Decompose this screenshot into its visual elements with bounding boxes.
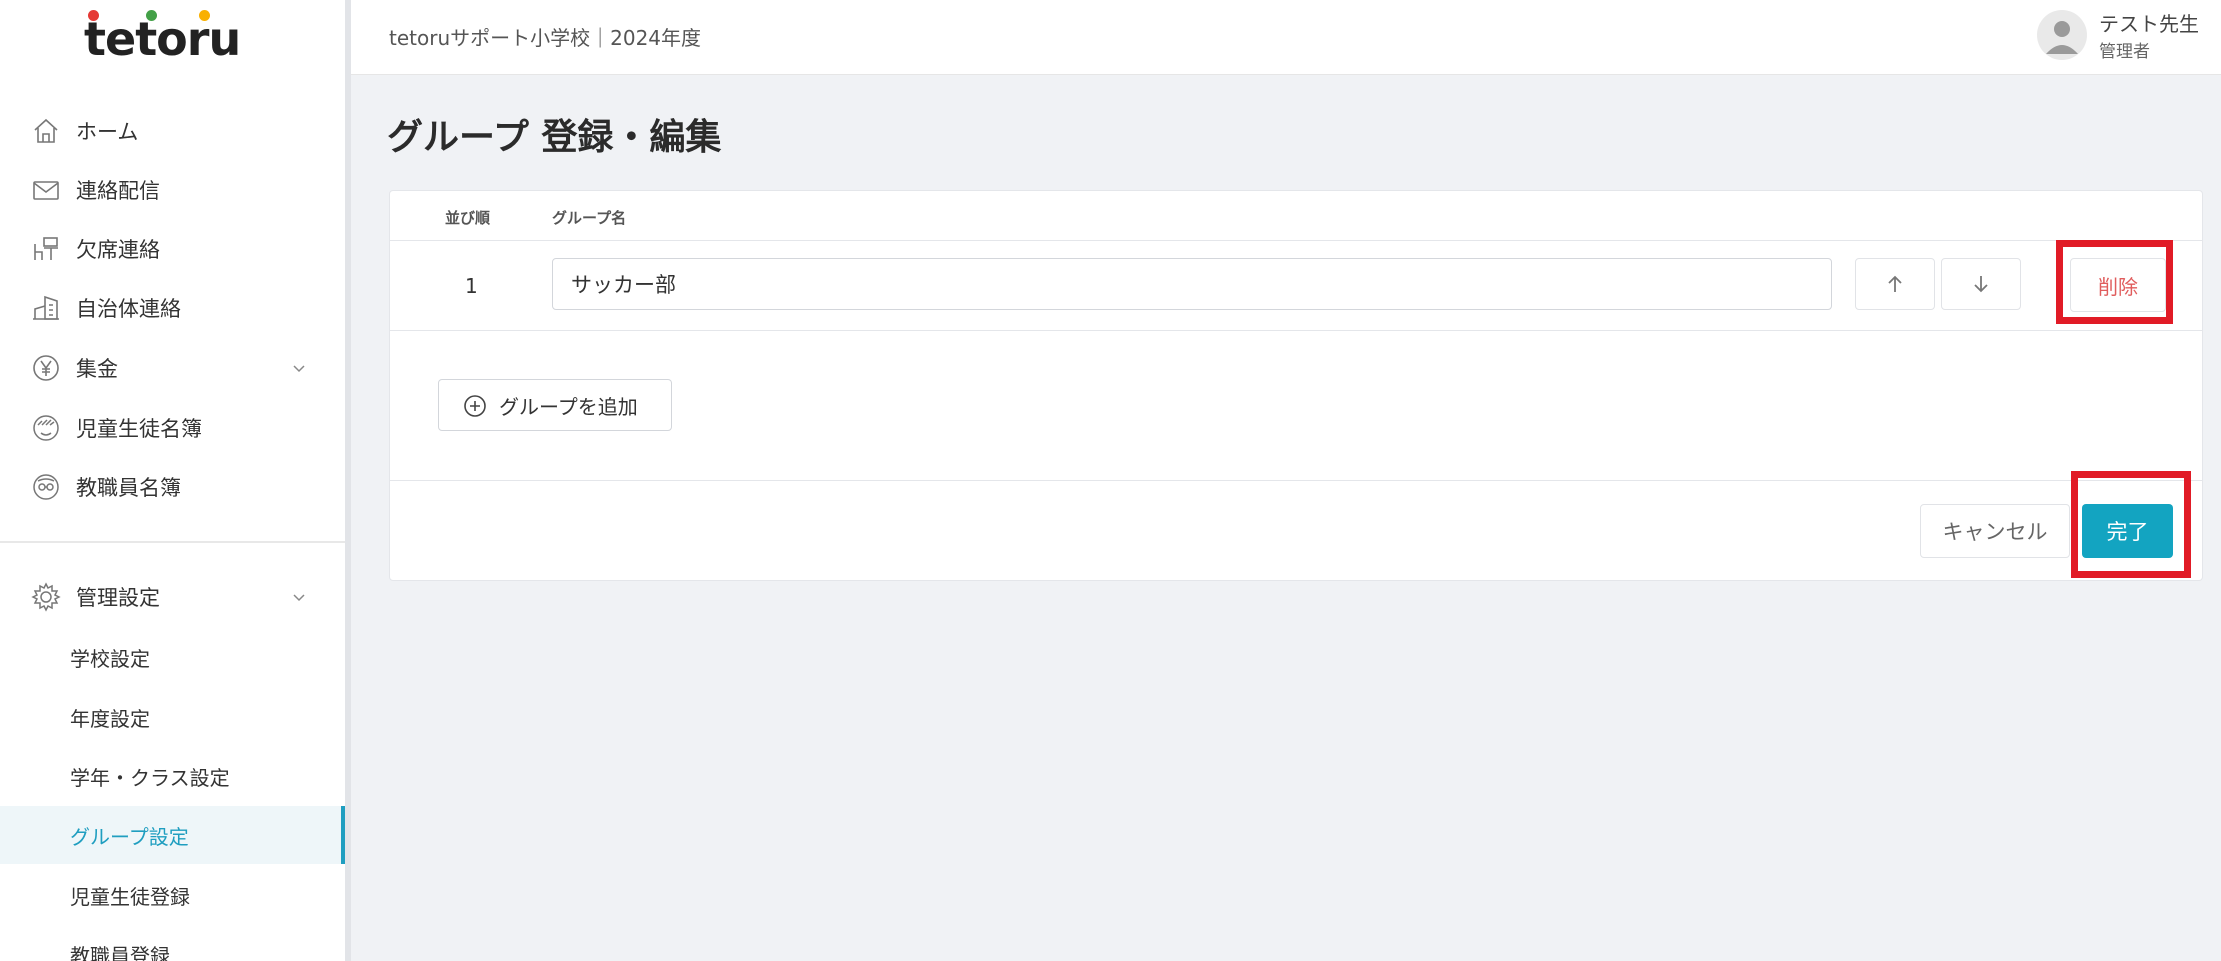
sidebar-subitem-staff-registration[interactable]: 教職員登録 bbox=[0, 925, 345, 961]
chevron-down-icon bbox=[293, 365, 305, 373]
user-name[interactable]: テスト先生 bbox=[2099, 8, 2199, 37]
teacher-icon bbox=[30, 471, 62, 503]
arrow-up-icon bbox=[1888, 275, 1902, 292]
sidebar-item-home[interactable]: ホーム bbox=[0, 102, 345, 160]
user-role: 管理者 bbox=[2099, 42, 2150, 62]
sidebar-subitem-group-settings[interactable]: グループ設定 bbox=[0, 806, 345, 864]
sidebar-item-staff-roster[interactable]: 教職員名簿 bbox=[0, 458, 345, 516]
chevron-down-icon bbox=[293, 594, 305, 602]
sidebar-item-municipality[interactable]: 自治体連絡 bbox=[0, 279, 345, 337]
sidebar-subitem-label: グループ設定 bbox=[70, 824, 189, 849]
sidebar-subitem-label: 学校設定 bbox=[70, 646, 150, 671]
cancel-button[interactable]: キャンセル bbox=[1920, 504, 2070, 558]
avatar[interactable] bbox=[2037, 10, 2087, 60]
sidebar-item-label: ホーム bbox=[76, 120, 139, 144]
school-year-title: tetoruサポート小学校｜2024年度 bbox=[389, 26, 702, 50]
add-group-button[interactable]: グループを追加 bbox=[438, 379, 672, 431]
table-header: 並び順 グループ名 bbox=[390, 191, 2202, 241]
student-icon bbox=[30, 412, 62, 444]
sidebar-border bbox=[345, 0, 351, 961]
sidebar-subitem-grade-class-settings[interactable]: 学年・クラス設定 bbox=[0, 747, 345, 805]
yen-icon bbox=[30, 352, 62, 384]
building-icon bbox=[30, 292, 62, 324]
add-group-label: グループを追加 bbox=[499, 394, 638, 419]
sidebar-item-student-roster[interactable]: 児童生徒名簿 bbox=[0, 399, 345, 457]
column-header-order: 並び順 bbox=[445, 209, 491, 227]
delete-button[interactable]: 削除 bbox=[2070, 258, 2166, 312]
move-up-button[interactable] bbox=[1855, 258, 1935, 310]
sidebar-item-messages[interactable]: 連絡配信 bbox=[0, 161, 345, 219]
sidebar-item-absence[interactable]: 欠席連絡 bbox=[0, 220, 345, 278]
sidebar-subitem-label: 教職員登録 bbox=[70, 943, 170, 961]
desk-chair-icon bbox=[30, 233, 62, 265]
user-icon bbox=[2046, 21, 2078, 54]
sidebar-item-label: 自治体連絡 bbox=[76, 297, 181, 321]
sidebar-subitem-label: 年度設定 bbox=[70, 706, 150, 731]
sidebar-item-payment[interactable]: 集金 bbox=[0, 339, 345, 397]
sidebar-item-label: 児童生徒名簿 bbox=[76, 417, 202, 441]
home-icon bbox=[30, 115, 62, 147]
gear-icon bbox=[30, 581, 62, 613]
sidebar: tetoru ホーム 連絡配信 欠席連絡 自治体連絡 集金 児童生徒名簿 教職員… bbox=[0, 0, 345, 961]
sidebar-subitem-label: 学年・クラス設定 bbox=[70, 765, 230, 790]
sidebar-item-admin-settings[interactable]: 管理設定 bbox=[0, 568, 345, 626]
done-button[interactable]: 完了 bbox=[2082, 504, 2173, 558]
tetoru-logo[interactable]: tetoru bbox=[84, 6, 254, 66]
move-down-button[interactable] bbox=[1941, 258, 2021, 310]
top-header: tetoruサポート小学校｜2024年度 テスト先生 管理者 bbox=[351, 0, 2221, 75]
sidebar-item-label: 連絡配信 bbox=[76, 179, 160, 203]
page-title: グループ 登録・編集 bbox=[387, 117, 722, 158]
card-footer-divider bbox=[390, 480, 2202, 481]
sidebar-subitem-student-registration[interactable]: 児童生徒登録 bbox=[0, 866, 345, 924]
row-order-number: 1 bbox=[465, 274, 478, 298]
group-name-input[interactable] bbox=[552, 258, 1832, 310]
sidebar-subitem-year-settings[interactable]: 年度設定 bbox=[0, 688, 345, 746]
plus-circle-icon bbox=[464, 395, 486, 417]
sidebar-item-label: 欠席連絡 bbox=[76, 238, 160, 262]
sidebar-item-label: 集金 bbox=[76, 357, 118, 381]
sidebar-subitem-school-settings[interactable]: 学校設定 bbox=[0, 628, 345, 686]
mail-icon bbox=[30, 174, 62, 206]
column-header-group-name: グループ名 bbox=[552, 209, 627, 227]
arrow-down-icon bbox=[1974, 276, 1988, 293]
sidebar-item-label: 教職員名簿 bbox=[76, 476, 181, 500]
group-edit-card: 並び順 グループ名 1 削除 グループを追加 キャンセル 完了 bbox=[389, 190, 2203, 581]
sidebar-item-label: 管理設定 bbox=[76, 586, 160, 610]
table-row: 1 削除 bbox=[390, 241, 2202, 331]
sidebar-subitem-label: 児童生徒登録 bbox=[70, 884, 190, 909]
logo-text: tetoru bbox=[84, 12, 241, 66]
sidebar-divider bbox=[0, 541, 345, 543]
